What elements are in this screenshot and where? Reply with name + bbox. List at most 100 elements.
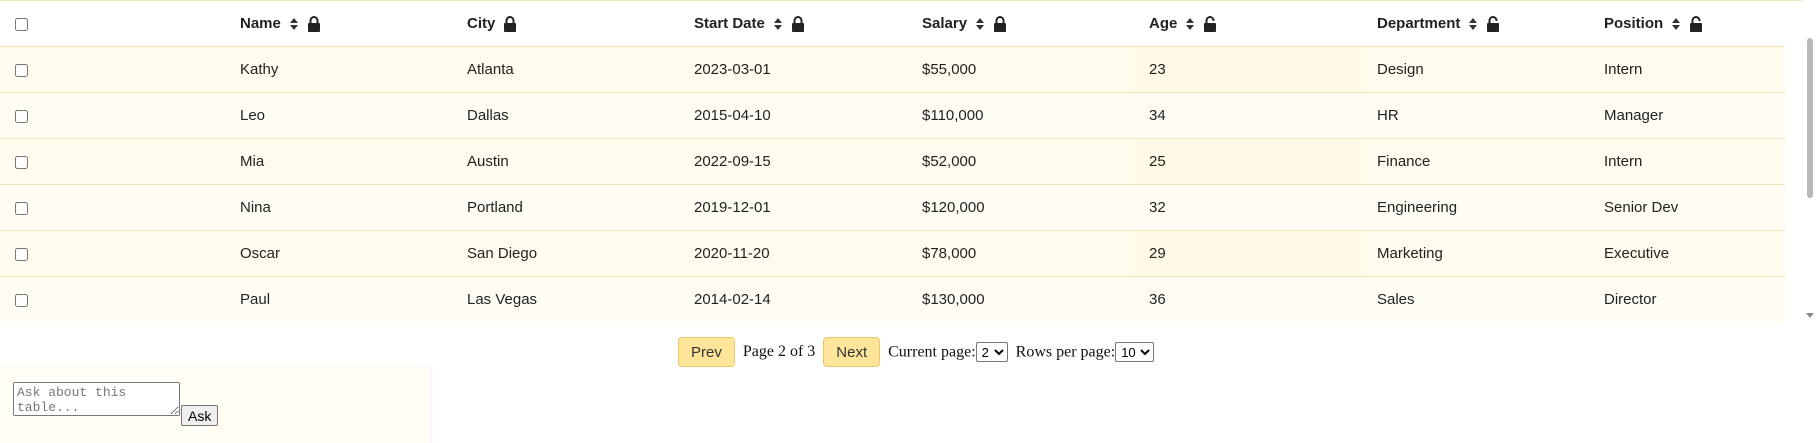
table-cell-start-date: 2023-03-01 <box>679 46 907 93</box>
table-cell-department: Sales <box>1362 276 1589 322</box>
row-select-cell <box>0 92 225 139</box>
row-select-checkbox[interactable] <box>15 109 28 123</box>
table-cell-position: Senior Dev <box>1589 184 1785 231</box>
table-cell-start-date: 2019-12-01 <box>679 184 907 231</box>
scroll-down-arrow-icon[interactable] <box>1806 313 1814 318</box>
table-cell-department: HR <box>1362 92 1589 139</box>
column-header-label: City <box>467 15 496 32</box>
unlock-icon[interactable] <box>1486 15 1500 32</box>
unlock-icon[interactable] <box>1689 15 1703 32</box>
data-table: Name City Start Date Salary Age Department Pos… <box>0 1 1785 322</box>
column-header-label: Department <box>1377 15 1461 32</box>
table-cell-name: Oscar <box>225 230 452 277</box>
sort-icon[interactable] <box>1671 17 1681 31</box>
row-select-checkbox[interactable] <box>15 247 28 261</box>
table-cell-city: Las Vegas <box>452 276 679 322</box>
sort-icon[interactable] <box>975 17 985 31</box>
table-row[interactable]: Leo Dallas 2015-04-10 $110,000 34 HR Manager <box>0 92 1785 139</box>
current-page-select[interactable]: 2 <box>975 342 1008 362</box>
table-cell-salary: $55,000 <box>907 46 1134 93</box>
table-scrollbar[interactable] <box>1802 0 1818 322</box>
ask-input[interactable] <box>13 382 180 416</box>
table-cell-start-date: 2014-02-14 <box>679 276 907 322</box>
table-cell-position: Director <box>1589 276 1785 322</box>
column-header-salary[interactable]: Salary <box>907 1 1134 47</box>
row-select-checkbox[interactable] <box>15 155 28 169</box>
column-header-content: Position <box>1604 15 1703 32</box>
table-row[interactable]: Nina Portland 2019-12-01 $120,000 32 Engineer… <box>0 184 1785 231</box>
lock-icon[interactable] <box>993 15 1007 32</box>
table-cell-position: Manager <box>1589 92 1785 139</box>
table-cell-position: Executive <box>1589 230 1785 277</box>
table-cell-salary: $120,000 <box>907 184 1134 231</box>
prev-page-button[interactable]: Prev <box>678 337 735 367</box>
column-header-label: Name <box>240 15 281 32</box>
table-cell-salary: $78,000 <box>907 230 1134 277</box>
header-select-all-cell <box>0 1 225 47</box>
column-header-city[interactable]: City <box>452 1 679 47</box>
table-cell-name: Kathy <box>225 46 452 93</box>
row-select-cell <box>0 184 225 231</box>
sort-icon[interactable] <box>289 17 299 31</box>
select-all-checkbox[interactable] <box>15 17 28 31</box>
sort-icon[interactable] <box>773 17 783 31</box>
table-row[interactable]: Mia Austin 2022-09-15 $52,000 25 Finance Inter… <box>0 138 1785 185</box>
row-select-checkbox[interactable] <box>15 293 28 307</box>
table-cell-salary: $130,000 <box>907 276 1134 322</box>
lock-icon[interactable] <box>503 15 517 32</box>
column-header-age[interactable]: Age <box>1134 1 1362 47</box>
table-cell-name: Paul <box>225 276 452 322</box>
table-header-row: Name City Start Date Salary Age Department Pos… <box>0 1 1785 47</box>
row-select-checkbox[interactable] <box>15 63 28 77</box>
table-cell-department: Design <box>1362 46 1589 93</box>
lock-icon[interactable] <box>791 15 805 32</box>
page-info-text: Page 2 of 3 <box>742 343 816 360</box>
column-header-start-date[interactable]: Start Date <box>679 1 907 47</box>
rows-per-page-control: Rows per page: 10 <box>1016 342 1155 362</box>
rows-per-page-select[interactable]: 10 <box>1115 342 1155 362</box>
column-header-content: Name <box>240 15 321 32</box>
table-row[interactable]: Paul Las Vegas 2014-02-14 $130,000 36 Sales Di… <box>0 276 1785 322</box>
column-header-position[interactable]: Position <box>1589 1 1785 47</box>
column-header-department[interactable]: Department <box>1362 1 1589 47</box>
column-header-label: Start Date <box>694 15 765 32</box>
table-cell-city: Dallas <box>452 92 679 139</box>
column-header-content: Salary <box>922 15 1007 32</box>
table-cell-department: Marketing <box>1362 230 1589 277</box>
table-cell-city: San Diego <box>452 230 679 277</box>
table-cell-city: Austin <box>452 138 679 185</box>
table-row[interactable]: Kathy Atlanta 2023-03-01 $55,000 23 Design Int… <box>0 46 1785 93</box>
table-cell-age: 36 <box>1134 276 1362 322</box>
column-header-content: Age <box>1149 15 1217 32</box>
table-row[interactable]: Oscar San Diego 2020-11-20 $78,000 29 Marketi… <box>0 230 1785 277</box>
row-select-checkbox[interactable] <box>15 201 28 215</box>
table-cell-age: 29 <box>1134 230 1362 277</box>
unlock-icon[interactable] <box>1203 15 1217 32</box>
table-cell-position: Intern <box>1589 138 1785 185</box>
scrollbar-thumb[interactable] <box>1807 38 1813 198</box>
column-header-name[interactable]: Name <box>225 1 452 47</box>
sort-icon[interactable] <box>1468 17 1478 31</box>
table-cell-start-date: 2020-11-20 <box>679 230 907 277</box>
lock-icon[interactable] <box>307 15 321 32</box>
row-select-cell <box>0 138 225 185</box>
column-header-content: Department <box>1377 15 1500 32</box>
table-cell-age: 23 <box>1134 46 1362 93</box>
table-cell-age: 32 <box>1134 184 1362 231</box>
column-header-label: Salary <box>922 15 968 32</box>
table-cell-age: 34 <box>1134 92 1362 139</box>
column-header-content: City <box>467 15 517 32</box>
sort-icon[interactable] <box>1185 17 1195 31</box>
table-cell-name: Mia <box>225 138 452 185</box>
table-cell-age: 25 <box>1134 138 1362 185</box>
ask-button[interactable]: Ask <box>181 405 219 426</box>
table-cell-salary: $52,000 <box>907 138 1134 185</box>
next-page-button[interactable]: Next <box>823 337 881 367</box>
table-cell-position: Intern <box>1589 46 1785 93</box>
rows-per-page-label: Rows per page: <box>1015 343 1116 361</box>
current-page-label: Current page: <box>888 343 976 361</box>
table-cell-name: Nina <box>225 184 452 231</box>
table-cell-department: Finance <box>1362 138 1589 185</box>
pagination-bar: Prev Page 2 of 3 Next Current page: 2 Ro… <box>678 337 1155 367</box>
column-header-label: Position <box>1604 15 1664 32</box>
